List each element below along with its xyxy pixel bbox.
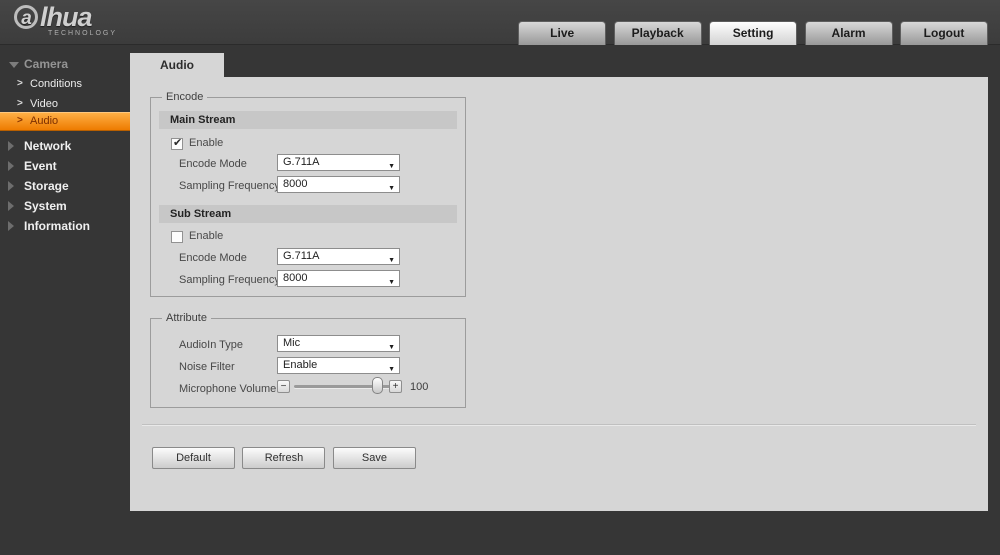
select-value: Mic (283, 337, 301, 349)
dropdown-arrow-icon: ▼ (388, 257, 395, 264)
sidebar-item-information[interactable]: Information (0, 218, 130, 236)
logo-a-icon: a (14, 5, 38, 29)
logo-wordmark: a lhua (14, 2, 117, 33)
dropdown-arrow-icon: ▼ (388, 185, 395, 192)
select-value: 8000 (283, 272, 308, 284)
noise-filter-label: Noise Filter (179, 361, 235, 373)
sub-sampling-frequency-select[interactable]: 8000 ▼ (277, 270, 400, 287)
sidebar-item-event[interactable]: Event (0, 158, 130, 176)
dropdown-arrow-icon: ▼ (388, 366, 395, 373)
nav-logout-button[interactable]: Logout (900, 21, 988, 45)
main-encode-mode-label: Encode Mode (179, 158, 247, 170)
attribute-legend: Attribute (162, 312, 211, 324)
chevron-right-icon (8, 141, 14, 151)
sidebar-item-system[interactable]: System (0, 198, 130, 216)
nav-alarm-button[interactable]: Alarm (804, 21, 893, 45)
main-stream-enable-checkbox[interactable]: ✔ (171, 137, 183, 150)
select-value: G.711A (283, 156, 320, 168)
sub-encode-mode-label: Encode Mode (179, 252, 247, 264)
volume-value: 100 (410, 381, 429, 393)
volume-slider-thumb[interactable] (372, 377, 383, 394)
sidebar-item-conditions[interactable]: > Conditions (0, 77, 130, 95)
chevron-right-icon: > (17, 78, 23, 89)
dahua-logo: a lhua TECHNOLOGY (14, 2, 117, 37)
audioin-type-select[interactable]: Mic ▼ (277, 335, 400, 352)
dropdown-arrow-icon: ▼ (388, 344, 395, 351)
encode-legend: Encode (162, 91, 208, 103)
main-encode-mode-select[interactable]: G.711A ▼ (277, 154, 400, 171)
chevron-right-icon (8, 181, 14, 191)
tab-audio[interactable]: Audio (130, 53, 224, 77)
sidebar-item-label: Camera (24, 57, 69, 71)
encode-groupbox: Encode Main Stream ✔ Enable Encode Mode … (150, 91, 466, 297)
sidebar-item-label: Audio (30, 115, 59, 127)
sidebar-item-label: Network (24, 139, 72, 153)
audioin-type-label: AudioIn Type (179, 339, 244, 351)
sub-stream-enable-checkbox[interactable] (171, 231, 183, 243)
dropdown-arrow-icon: ▼ (388, 163, 395, 170)
dropdown-arrow-icon: ▼ (388, 279, 395, 286)
nav-live-button[interactable]: Live (518, 21, 607, 45)
main-sampling-frequency-select[interactable]: 8000 ▼ (277, 176, 400, 193)
chevron-down-icon (9, 62, 19, 68)
chevron-right-icon: > (17, 98, 23, 109)
chevron-right-icon: > (17, 115, 23, 126)
main-stream-enable-label: Enable (189, 137, 224, 149)
main-stream-header: Main Stream (159, 111, 457, 129)
sub-stream-header: Sub Stream (159, 205, 457, 223)
chevron-right-icon (8, 161, 14, 171)
select-value: G.711A (283, 250, 320, 262)
logo-tagline: TECHNOLOGY (48, 30, 118, 37)
header-bar: a lhua TECHNOLOGY Live Playback Setting A… (0, 0, 1000, 45)
sidebar-item-storage[interactable]: Storage (0, 178, 130, 196)
content-panel: Encode Main Stream ✔ Enable Encode Mode … (130, 77, 988, 511)
sidebar-item-label: Conditions (30, 78, 82, 90)
sidebar-item-label: Event (24, 159, 57, 173)
sidebar-item-network[interactable]: Network (0, 138, 130, 156)
logo-text: lhua (40, 2, 93, 32)
noise-filter-select[interactable]: Enable ▼ (277, 357, 400, 374)
sidebar-item-camera[interactable]: Camera (0, 56, 130, 74)
chevron-right-icon (8, 201, 14, 211)
volume-minus-button[interactable]: − (277, 380, 290, 393)
nav-setting-button[interactable]: Setting (709, 21, 798, 45)
attribute-groupbox: Attribute AudioIn Type Mic ▼ Noise Filte… (150, 312, 466, 408)
select-value: Enable (283, 359, 318, 371)
select-value: 8000 (283, 178, 308, 190)
sub-stream-enable-label: Enable (189, 230, 224, 242)
microphone-volume-label: Microphone Volume (179, 383, 277, 395)
chevron-right-icon (8, 221, 14, 231)
refresh-button[interactable]: Refresh (242, 447, 326, 469)
top-nav: Live Playback Setting Alarm Logout (515, 21, 988, 45)
footer-separator (142, 424, 976, 426)
default-button[interactable]: Default (152, 447, 235, 469)
volume-plus-button[interactable]: + (389, 380, 402, 393)
sidebar-item-label: System (24, 199, 67, 213)
sidebar-item-label: Storage (24, 179, 69, 193)
save-button[interactable]: Save (332, 447, 416, 469)
sub-sampling-frequency-label: Sampling Frequency (179, 274, 280, 286)
sidebar-item-label: Video (30, 98, 58, 110)
nav-playback-button[interactable]: Playback (613, 21, 702, 45)
footer-buttons: Default Refresh Save (152, 447, 419, 469)
sidebar-item-audio[interactable]: > Audio (0, 112, 130, 131)
checkmark-icon: ✔ (173, 137, 183, 149)
sidebar-item-label: Information (24, 219, 90, 233)
sub-encode-mode-select[interactable]: G.711A ▼ (277, 248, 400, 265)
main-sampling-frequency-label: Sampling Frequency (179, 180, 280, 192)
